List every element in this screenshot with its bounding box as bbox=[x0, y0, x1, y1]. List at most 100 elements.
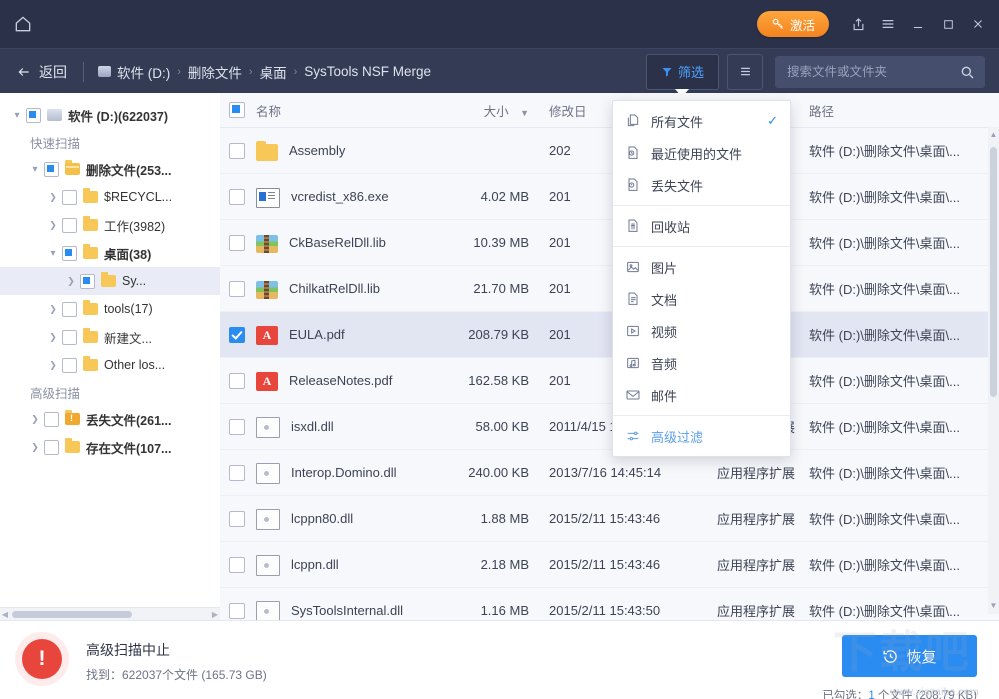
column-header-path[interactable]: 路径 bbox=[809, 101, 999, 120]
tree-node[interactable]: Other los... bbox=[0, 351, 220, 379]
chevron-right-icon[interactable] bbox=[46, 332, 60, 343]
filter-menu-item[interactable]: 视频 bbox=[613, 315, 790, 347]
menu-button[interactable] bbox=[873, 0, 903, 48]
vertical-scroll-thumb[interactable] bbox=[990, 147, 997, 397]
chevron-down-icon[interactable] bbox=[46, 248, 60, 259]
row-checkbox[interactable] bbox=[229, 327, 245, 343]
scroll-down-icon[interactable]: ▼ bbox=[988, 598, 999, 614]
row-checkbox-cell[interactable] bbox=[220, 557, 254, 573]
scroll-up-icon[interactable]: ▲ bbox=[988, 127, 999, 143]
table-row[interactable]: Assembly202软件 (D:)\删除文件\桌面\... bbox=[220, 128, 999, 174]
table-row[interactable]: SysToolsInternal.dll1.16 MB2015/2/11 15:… bbox=[220, 588, 999, 620]
row-checkbox[interactable] bbox=[229, 603, 245, 619]
chevron-down-icon[interactable] bbox=[28, 164, 42, 175]
filter-menu-item[interactable]: 音频 bbox=[613, 347, 790, 379]
share-button[interactable] bbox=[843, 0, 873, 48]
file-list-vertical-scrollbar[interactable]: ▲ ▼ bbox=[988, 127, 999, 614]
tree-node-checkbox[interactable] bbox=[44, 412, 59, 427]
row-checkbox-cell[interactable] bbox=[220, 465, 254, 481]
row-checkbox-cell[interactable] bbox=[220, 419, 254, 435]
home-button[interactable] bbox=[0, 0, 46, 48]
tree-node[interactable]: 删除文件(253... bbox=[0, 155, 220, 183]
table-row[interactable]: vcredist_x86.exe4.02 MB201软件 (D:)\删除文件\桌… bbox=[220, 174, 999, 220]
breadcrumb-item-0[interactable]: 软件 (D:) bbox=[98, 62, 170, 82]
tree-node[interactable]: tools(17) bbox=[0, 295, 220, 323]
filter-menu-item[interactable]: 图片 bbox=[613, 251, 790, 283]
row-checkbox[interactable] bbox=[229, 281, 245, 297]
chevron-down-icon[interactable] bbox=[10, 110, 24, 121]
tree-node-checkbox[interactable] bbox=[62, 246, 77, 261]
chevron-right-icon[interactable] bbox=[28, 414, 42, 425]
list-mode-button[interactable] bbox=[727, 54, 763, 90]
table-row[interactable]: EULA.pdf208.79 KB201软件 (D:)\删除文件\桌面\... bbox=[220, 312, 999, 358]
tree-node-checkbox[interactable] bbox=[80, 274, 95, 289]
search-icon[interactable] bbox=[959, 64, 975, 80]
row-checkbox-cell[interactable] bbox=[220, 281, 254, 297]
table-row[interactable]: CkBaseRelDll.lib10.39 MB201软件 (D:)\删除文件\… bbox=[220, 220, 999, 266]
row-checkbox[interactable] bbox=[229, 143, 245, 159]
table-row[interactable]: lcppn.dll2.18 MB2015/2/11 15:43:46应用程序扩展… bbox=[220, 542, 999, 588]
select-all-cell[interactable] bbox=[220, 102, 254, 118]
tree-node[interactable]: 丢失文件(261... bbox=[0, 405, 220, 433]
filter-menu-item[interactable]: 邮件 bbox=[613, 379, 790, 411]
table-row[interactable]: ReleaseNotes.pdf162.58 KB201软件 (D:)\删除文件… bbox=[220, 358, 999, 404]
breadcrumb-item-2[interactable]: 桌面 bbox=[260, 62, 287, 82]
search-input[interactable] bbox=[785, 64, 959, 80]
activate-button[interactable]: 激活 bbox=[757, 11, 829, 37]
breadcrumb-item-3[interactable]: SysTools NSF Merge bbox=[304, 64, 431, 79]
tree-node-checkbox[interactable] bbox=[26, 108, 41, 123]
table-row[interactable]: ChilkatRelDll.lib21.70 MB201软件 (D:)\删除文件… bbox=[220, 266, 999, 312]
tree-node-checkbox[interactable] bbox=[62, 190, 77, 205]
chevron-right-icon[interactable] bbox=[46, 360, 60, 371]
sort-caret-icon[interactable]: ▼ bbox=[520, 108, 529, 118]
row-checkbox-cell[interactable] bbox=[220, 603, 254, 619]
filter-menu-item[interactable]: 丢失文件 bbox=[613, 169, 790, 201]
row-checkbox-cell[interactable] bbox=[220, 189, 254, 205]
search-box[interactable] bbox=[775, 56, 985, 88]
row-checkbox[interactable] bbox=[229, 235, 245, 251]
maximize-button[interactable] bbox=[933, 0, 963, 48]
filter-button[interactable]: 筛选 bbox=[646, 54, 719, 90]
scroll-thumb[interactable] bbox=[12, 611, 132, 618]
chevron-right-icon[interactable] bbox=[46, 192, 60, 203]
row-checkbox-cell[interactable] bbox=[220, 373, 254, 389]
tree-node[interactable]: 新建文... bbox=[0, 323, 220, 351]
folder-tree[interactable]: 软件 (D:)(622037)快速扫描删除文件(253...$RECYCL...… bbox=[0, 93, 220, 461]
row-checkbox[interactable] bbox=[229, 189, 245, 205]
scroll-left-icon[interactable]: ◀ bbox=[0, 610, 10, 619]
filter-menu-item[interactable]: 文档 bbox=[613, 283, 790, 315]
select-all-checkbox[interactable] bbox=[229, 102, 245, 118]
chevron-right-icon[interactable] bbox=[46, 304, 60, 315]
row-checkbox[interactable] bbox=[229, 373, 245, 389]
tree-node[interactable]: 工作(3982) bbox=[0, 211, 220, 239]
tree-node-checkbox[interactable] bbox=[62, 218, 77, 233]
close-button[interactable] bbox=[963, 0, 993, 48]
back-button[interactable]: 返回 bbox=[0, 49, 79, 94]
recover-button[interactable]: 恢复 bbox=[842, 635, 977, 677]
minimize-button[interactable] bbox=[903, 0, 933, 48]
row-checkbox-cell[interactable] bbox=[220, 327, 254, 343]
tree-node[interactable]: 存在文件(107... bbox=[0, 433, 220, 461]
row-checkbox[interactable] bbox=[229, 419, 245, 435]
scroll-right-icon[interactable]: ▶ bbox=[210, 610, 220, 619]
breadcrumb-item-1[interactable]: 删除文件 bbox=[188, 62, 242, 82]
sidebar-horizontal-scrollbar[interactable]: ◀ ▶ bbox=[0, 607, 220, 620]
filter-dropdown-menu[interactable]: 所有文件✓最近使用的文件丢失文件回收站图片文档视频音频邮件高级过滤 bbox=[612, 100, 791, 457]
row-checkbox-cell[interactable] bbox=[220, 511, 254, 527]
tree-node-checkbox[interactable] bbox=[62, 302, 77, 317]
table-row[interactable]: isxdl.dll58.00 KB2011/4/15 15:47:18应用程序扩… bbox=[220, 404, 999, 450]
tree-node[interactable]: Sy... bbox=[0, 267, 220, 295]
tree-node[interactable]: 桌面(38) bbox=[0, 239, 220, 267]
table-row[interactable]: lcppn80.dll1.88 MB2015/2/11 15:43:46应用程序… bbox=[220, 496, 999, 542]
tree-node-checkbox[interactable] bbox=[62, 358, 77, 373]
tree-node-checkbox[interactable] bbox=[44, 162, 59, 177]
row-checkbox[interactable] bbox=[229, 511, 245, 527]
tree-node[interactable]: 软件 (D:)(622037) bbox=[0, 101, 220, 129]
row-checkbox[interactable] bbox=[229, 465, 245, 481]
tree-node-checkbox[interactable] bbox=[44, 440, 59, 455]
tree-node-checkbox[interactable] bbox=[62, 330, 77, 345]
row-checkbox[interactable] bbox=[229, 557, 245, 573]
filter-menu-item[interactable]: 回收站 bbox=[613, 210, 790, 242]
row-checkbox-cell[interactable] bbox=[220, 235, 254, 251]
chevron-right-icon[interactable] bbox=[46, 220, 60, 231]
